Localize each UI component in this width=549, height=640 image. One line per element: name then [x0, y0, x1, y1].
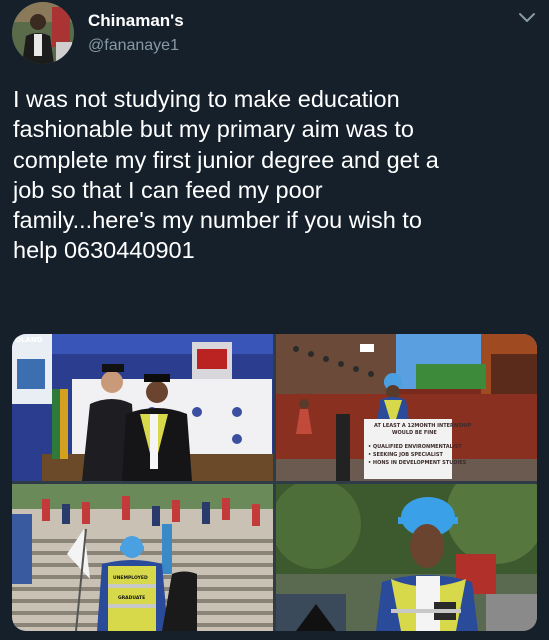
chevron-down-icon[interactable]	[517, 10, 537, 26]
sign-line: • SEEKING JOB SPECIALIST	[368, 452, 443, 458]
media-grid: OLAND AT LEAST A 12MONTH INTERNSHIP WOUL…	[12, 334, 537, 631]
tweet-body: I was not studying to make education fas…	[13, 84, 533, 266]
sign-line: AT LEAST A 12MONTH INTERNSHIP	[374, 423, 472, 429]
vest-text: UNEMPLOYED	[113, 576, 148, 581]
user-handle[interactable]: @fananaye1	[88, 37, 179, 55]
tweet-card: Chinaman's @fananaye1 I was not studying…	[0, 0, 549, 640]
photo-holding-sign[interactable]: AT LEAST A 12MONTH INTERNSHIP WOULD BE F…	[276, 334, 537, 481]
display-name[interactable]: Chinaman's	[88, 11, 184, 31]
tweet-line: family...here's my number if you wish to	[13, 207, 422, 234]
tweet-line: job so that I can feed my poor	[13, 176, 323, 203]
tweet-line: help 0630440901	[13, 237, 195, 264]
photo-graduation-stage[interactable]: OLAND	[12, 334, 273, 481]
tweet-line: I was not studying to make education	[13, 86, 400, 112]
sign-line: • HONS IN DEVELOPMENT STUDIES	[368, 460, 467, 466]
tweet-header: Chinaman's @fananaye1	[12, 2, 537, 68]
banner-text: OLAND	[15, 336, 43, 344]
user-avatar[interactable]	[12, 2, 74, 64]
tweet-line: fashionable but my primary aim was to	[13, 116, 414, 143]
photo-stairs[interactable]: UNEMPLOYED GRADUATE	[12, 484, 273, 631]
photo-portrait[interactable]	[276, 484, 537, 631]
tweet-line: complete my first junior degree and get …	[13, 146, 439, 173]
sign-line: WOULD BE FINE	[392, 430, 437, 436]
sign-line: • QUALIFIED ENVIRONMENTALIST	[368, 444, 462, 450]
vest-text: GRADUATE	[118, 596, 146, 601]
